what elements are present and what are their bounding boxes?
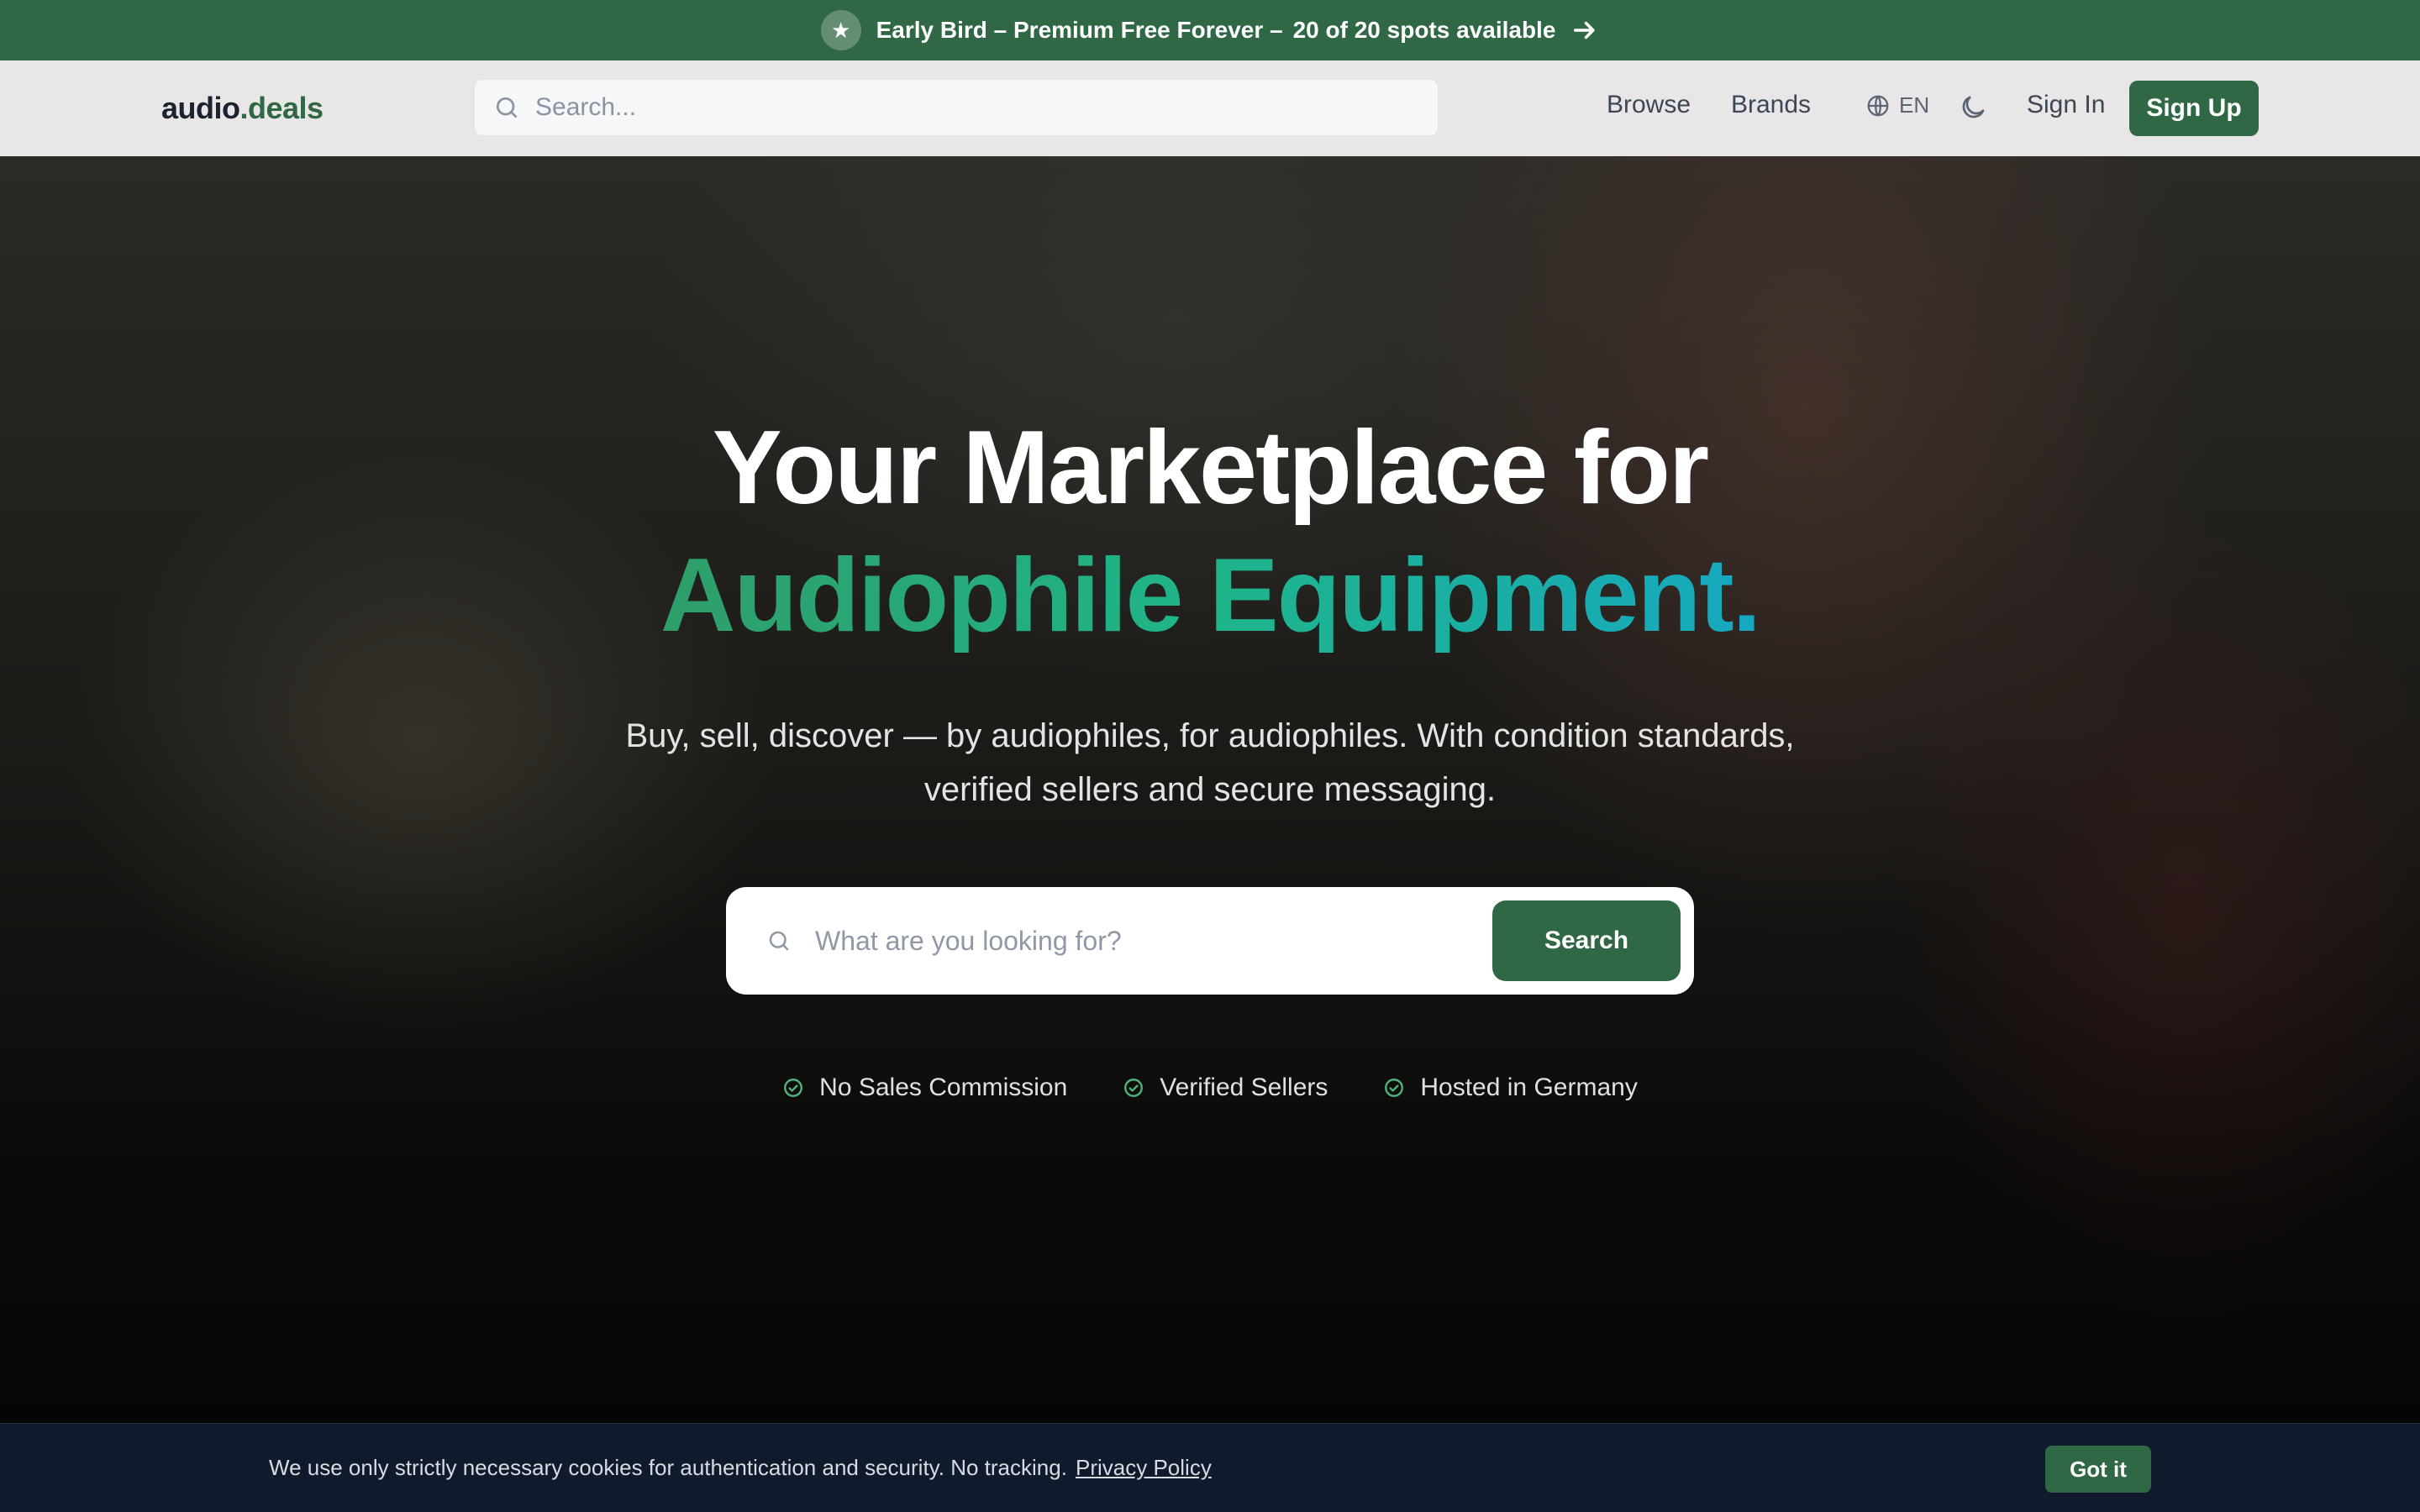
logo[interactable]: audio.deals	[161, 91, 324, 126]
hero-search-input[interactable]	[815, 925, 1454, 957]
header-search[interactable]	[474, 79, 1439, 136]
promo-text: Early Bird – Premium Free Forever – 20 o…	[876, 17, 1556, 44]
badge-label: No Sales Commission	[819, 1074, 1068, 1101]
trust-badges: No Sales Commission Verified Sellers Hos…	[0, 1074, 2420, 1102]
language-code: EN	[1899, 92, 1930, 118]
hero-title-line2: Audiophile Equipment.	[0, 536, 2420, 655]
hero-search-button[interactable]: Search	[1492, 900, 1681, 981]
badge-label: Verified Sellers	[1160, 1074, 1328, 1101]
search-icon	[769, 931, 789, 951]
search-icon	[497, 97, 517, 118]
nav-browse[interactable]: Browse	[1607, 91, 1691, 119]
hero-search-box[interactable]: Search	[726, 887, 1694, 995]
site-header: audio.deals Browse Brands EN Sign In Sig…	[0, 60, 2420, 156]
badge-no-commission: No Sales Commission	[782, 1074, 1067, 1102]
logo-main: audio	[161, 91, 240, 125]
hero-section: Your Marketplace for Audiophile Equipmen…	[0, 156, 2420, 1425]
check-circle-icon	[1385, 1079, 1404, 1097]
cookie-banner: We use only strictly necessary cookies f…	[0, 1423, 2420, 1512]
cookie-accept-button[interactable]: Got it	[2045, 1446, 2151, 1493]
promo-main-text: Early Bird – Premium Free Forever –	[876, 17, 1283, 43]
badge-hosted-germany: Hosted in Germany	[1383, 1074, 1638, 1102]
star-icon: ★	[820, 10, 861, 50]
sign-in-link[interactable]: Sign In	[2027, 91, 2105, 119]
promo-banner[interactable]: ★ Early Bird – Premium Free Forever – 20…	[0, 0, 2420, 60]
badge-label: Hosted in Germany	[1420, 1074, 1638, 1101]
arrow-right-icon[interactable]	[1570, 16, 1599, 45]
moon-icon[interactable]	[1958, 92, 1988, 123]
nav-brands[interactable]: Brands	[1731, 91, 1811, 119]
logo-accent: .deals	[239, 91, 324, 125]
privacy-policy-link[interactable]: Privacy Policy	[1076, 1455, 1212, 1481]
check-circle-icon	[784, 1079, 803, 1097]
promo-spots-text: 20 of 20 spots available	[1292, 17, 1556, 43]
hero-subtitle: Buy, sell, discover — by audiophiles, fo…	[625, 717, 1795, 808]
badge-verified-sellers: Verified Sellers	[1123, 1074, 1328, 1102]
cookie-message: We use only strictly necessary cookies f…	[269, 1455, 1067, 1480]
hero-title-line1: Your Marketplace for	[712, 410, 1709, 526]
sign-up-button[interactable]: Sign Up	[2129, 81, 2259, 136]
check-circle-icon	[1124, 1079, 1144, 1097]
hero-title-gradient-text: Audiophile Equipment.	[660, 538, 1761, 654]
language-selector[interactable]: EN	[1865, 92, 1929, 118]
globe-icon	[1867, 95, 1889, 116]
header-search-input[interactable]	[535, 93, 1376, 122]
